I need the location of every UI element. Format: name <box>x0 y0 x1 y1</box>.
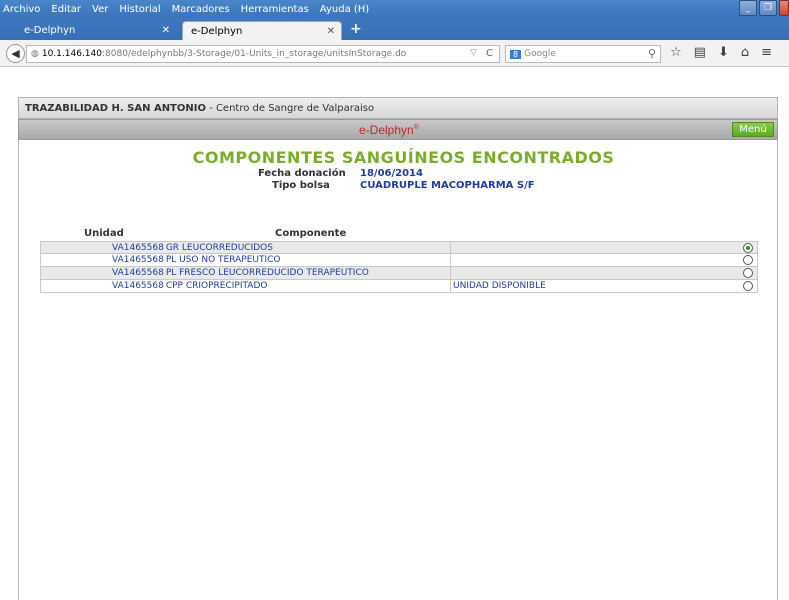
search-icon[interactable]: ⚲ <box>648 47 656 60</box>
url-path: :8080/edelphynbb/3-Storage/01-Units_in_s… <box>101 49 407 59</box>
app-header: TRAZABILIDAD H. SAN ANTONIO - Centro de … <box>18 97 778 119</box>
close-tab-icon[interactable]: ✕ <box>327 26 335 37</box>
component-name: PL FRESCO LEUCORREDUCIDO TERAPEUTICO <box>165 268 369 278</box>
tipo-label-text: Tipo bolsa <box>272 180 330 191</box>
unit-id: VA1465568 <box>112 268 164 278</box>
row-status <box>451 267 757 279</box>
tipo-value: CUADRUPLE MACOPHARMA S/F <box>360 180 535 191</box>
search-placeholder: Google <box>524 49 556 59</box>
row-unit-component: VA1465568 PL FRESCO LEUCORREDUCIDO TERAP… <box>41 267 451 279</box>
browser-menubar: Archivo Editar Ver Historial Marcadores … <box>0 0 789 18</box>
row-status <box>451 254 757 266</box>
table-row[interactable]: VA1465568 PL USO NO TERAPEUTICO <box>40 254 758 267</box>
menu-herramientas[interactable]: Herramientas <box>241 4 309 15</box>
window-controls: _ ❐ <box>739 0 789 16</box>
row-status: UNIDAD DISPONIBLE <box>453 281 546 291</box>
reload-icon[interactable]: C <box>486 48 493 59</box>
tab-label: e-Delphyn <box>24 25 76 36</box>
tab-bar: e-Delphyn ✕ e-Delphyn ✕ + <box>0 18 789 40</box>
minimize-button[interactable]: _ <box>739 0 757 16</box>
fecha-value-text: 18/06/2014 <box>360 168 423 179</box>
row-radio[interactable] <box>743 268 753 278</box>
component-name: GR LEUCORREDUCIDOS <box>165 242 273 253</box>
fecha-value: 18/06/2014 <box>360 168 423 179</box>
tab-edelphyn-2[interactable]: e-Delphyn ✕ <box>182 21 342 40</box>
component-name: PL USO NO TERAPEUTICO <box>165 255 281 265</box>
menu-archivo[interactable]: Archivo <box>3 4 40 15</box>
unit-id: VA1465568 <box>112 281 164 291</box>
unit-id: VA1465568 <box>112 242 164 253</box>
component-name: CPP CRIOPRECIPITADO <box>165 281 268 291</box>
table-row[interactable]: VA1465568 PL FRESCO LEUCORREDUCIDO TERAP… <box>40 267 758 280</box>
row-unit-component: VA1465568 CPP CRIOPRECIPITADO <box>41 280 451 292</box>
bookmark-star-icon[interactable]: ☆ <box>670 45 682 60</box>
back-button[interactable]: ◀ <box>6 44 25 63</box>
brand-bar: e-Delphyn® Menú <box>18 119 778 140</box>
row-radio[interactable] <box>743 255 753 265</box>
row-radio-selected[interactable] <box>743 243 753 253</box>
search-input[interactable]: 8 Google ⚲ <box>505 45 661 63</box>
row-unit-component: VA1465568 PL USO NO TERAPEUTICO <box>41 254 451 266</box>
navigation-bar: ◀ ◍ 10.1.146.140 :8080/edelphynbb/3-Stor… <box>0 40 789 67</box>
row-radio[interactable] <box>743 281 753 291</box>
menu-historial[interactable]: Historial <box>119 4 160 15</box>
institution-subtitle: - Centro de Sangre de Valparaiso <box>205 102 375 114</box>
unit-id: VA1465568 <box>112 255 164 265</box>
row-status <box>451 242 757 253</box>
column-header-componente: Componente <box>275 228 347 239</box>
toolbar-icons: ☆ ▤ ⬇ ⌂ ≡ <box>670 45 772 60</box>
fecha-label-text: Fecha donación <box>258 168 346 179</box>
globe-icon: ◍ <box>31 49 39 59</box>
menu-button[interactable]: Menú <box>732 122 774 137</box>
download-icon[interactable]: ⬇ <box>718 45 729 60</box>
table-row[interactable]: VA1465568 CPP CRIOPRECIPITADO UNIDAD DIS… <box>40 280 758 293</box>
table-row[interactable]: VA1465568 GR LEUCORREDUCIDOS <box>40 241 758 254</box>
url-host: 10.1.146.140 <box>41 49 102 59</box>
brand-mark: ® <box>413 124 419 131</box>
close-tab-icon[interactable]: ✕ <box>162 25 170 36</box>
menu-marcadores[interactable]: Marcadores <box>172 4 230 15</box>
menu-editar[interactable]: Editar <box>51 4 81 15</box>
reading-list-icon[interactable]: ▤ <box>694 45 706 60</box>
row-unit-component: VA1465568 GR LEUCORREDUCIDOS <box>41 242 451 253</box>
tipo-label: Tipo bolsa <box>272 180 330 191</box>
tab-edelphyn-1[interactable]: e-Delphyn ✕ <box>16 21 176 40</box>
new-tab-button[interactable]: + <box>350 21 362 37</box>
dropdown-icon[interactable]: ▽ <box>470 48 477 58</box>
institution-name: TRAZABILIDAD H. SAN ANTONIO <box>25 102 206 114</box>
menu-ver[interactable]: Ver <box>92 4 108 15</box>
menu-hamburger-icon[interactable]: ≡ <box>761 45 772 60</box>
results-table: VA1465568 GR LEUCORREDUCIDOS VA1465568 P… <box>40 241 758 293</box>
brand-name: e-Delphyn <box>359 123 414 137</box>
tab-label: e-Delphyn <box>191 25 243 37</box>
tipo-value-text: CUADRUPLE MACOPHARMA S/F <box>360 180 535 191</box>
restore-button[interactable]: ❐ <box>759 0 777 16</box>
close-window-button[interactable] <box>779 0 789 16</box>
google-icon[interactable]: 8 <box>510 49 522 59</box>
column-header-unidad: Unidad <box>84 228 124 239</box>
menu-ayuda[interactable]: Ayuda (H) <box>320 4 369 15</box>
page-title: COMPONENTES SANGUÍNEOS ENCONTRADOS <box>192 148 615 167</box>
url-bar[interactable]: ◍ 10.1.146.140 :8080/edelphynbb/3-Storag… <box>26 45 500 63</box>
brand-logo: e-Delphyn® <box>359 123 419 137</box>
fecha-label: Fecha donación <box>258 168 346 179</box>
home-icon[interactable]: ⌂ <box>741 45 749 60</box>
